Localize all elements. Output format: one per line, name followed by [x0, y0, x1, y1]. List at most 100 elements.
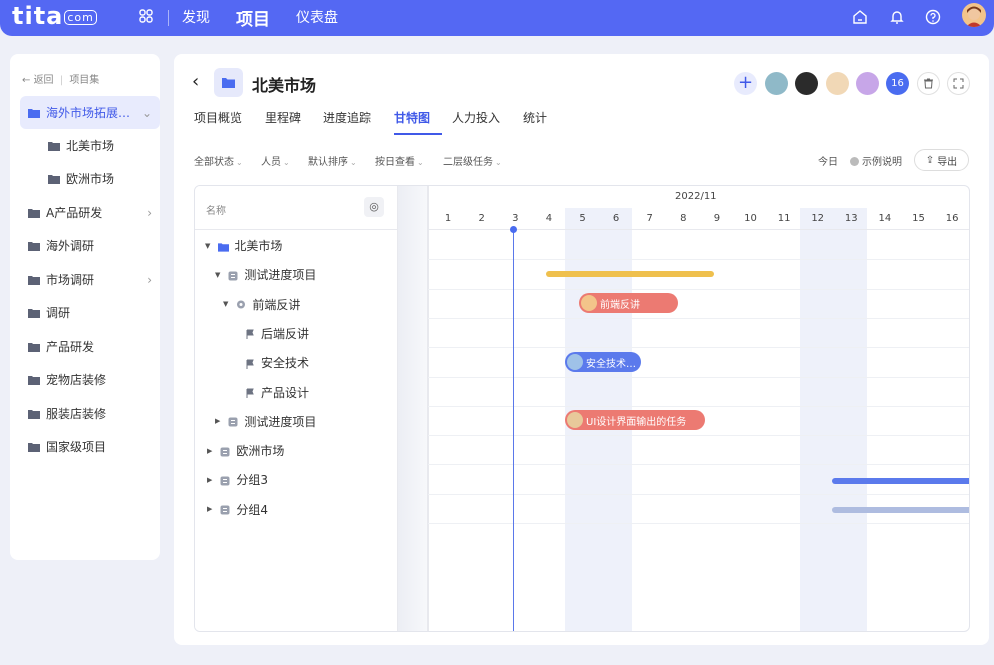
- home-icon[interactable]: [852, 9, 868, 25]
- gantt-row[interactable]: 产品设计: [245, 384, 309, 401]
- filter-view-by[interactable]: 按日查看 ⌄: [375, 153, 424, 168]
- breadcrumb-program[interactable]: 项目集: [69, 75, 99, 86]
- gantt-bar-test-progress[interactable]: [546, 271, 714, 277]
- filter-status[interactable]: 全部状态 ⌄: [194, 153, 243, 168]
- export-button[interactable]: ⇪ 导出: [914, 149, 969, 171]
- sidebar-item-research[interactable]: 调研: [20, 296, 160, 329]
- gantt-row[interactable]: ▶ 欧洲市场: [207, 442, 284, 459]
- member-count-badge[interactable]: 16: [886, 72, 909, 95]
- locate-today-button[interactable]: ◎: [364, 197, 384, 217]
- caret-right-icon[interactable]: ▶: [215, 417, 220, 425]
- today-button[interactable]: 今日: [818, 153, 838, 168]
- user-avatar[interactable]: [962, 3, 986, 27]
- day-label: 6: [612, 213, 620, 224]
- back-link[interactable]: ← 返回: [22, 75, 54, 86]
- sidebar-item-pet-store[interactable]: 宠物店装修: [20, 363, 160, 396]
- project-sidebar: ← 返回 | 项目集 海外市场拓展… ⌄ 北美市场 欧洲市场 A产品研发 › 海…: [10, 54, 160, 560]
- project-title: 北美市场: [252, 76, 317, 95]
- sidebar-item-clothing-store[interactable]: 服装店装修: [20, 397, 160, 430]
- legend-button[interactable]: 示例说明: [850, 153, 902, 168]
- gantt-bar-frontend[interactable]: 前端反讲: [579, 293, 678, 313]
- caret-down-icon[interactable]: ▼: [215, 271, 220, 279]
- fullscreen-button[interactable]: [947, 72, 970, 95]
- sidebar-item-europe[interactable]: 欧洲市场: [20, 162, 160, 195]
- caret-down-icon[interactable]: ▼: [223, 300, 228, 308]
- sidebar-item-national[interactable]: 国家级项目: [20, 430, 160, 463]
- sidebar-item-a-product[interactable]: A产品研发 ›: [20, 196, 160, 229]
- name-column-header: 名称: [206, 206, 226, 217]
- chevron-down-icon[interactable]: ⌄: [142, 106, 152, 120]
- row-label: 欧洲市场: [236, 444, 285, 459]
- folder-icon: [28, 275, 40, 285]
- gantt-row[interactable]: ▼ 北美市场: [205, 237, 282, 254]
- tab-overview[interactable]: 项目概览: [194, 109, 242, 126]
- filter-level[interactable]: 二层级任务 ⌄: [443, 153, 502, 168]
- sidebar-item-market-research[interactable]: 市场调研 ›: [20, 263, 160, 296]
- gantt-row[interactable]: ▶ 分组4: [207, 501, 268, 518]
- bell-icon[interactable]: [889, 9, 905, 25]
- caret-down-icon[interactable]: ▼: [205, 242, 210, 250]
- day-label: 16: [945, 213, 959, 224]
- task-name-column: 名称 ◎ ▼ 北美市场 ▼ 测试进度项目 ▼ 前端反讲后端反讲安全技术产品设计 ▶ 测试进度项…: [195, 186, 398, 631]
- delete-button[interactable]: [917, 72, 940, 95]
- assignee-avatar: [581, 295, 597, 311]
- back-arrow-icon[interactable]: ‹: [192, 71, 199, 92]
- milestone-icon: [236, 299, 246, 309]
- folder-icon: [28, 342, 40, 352]
- day-label: 8: [680, 213, 687, 224]
- add-member-button[interactable]: +: [734, 72, 757, 95]
- member-avatar[interactable]: [826, 72, 849, 95]
- row-label: 北美市场: [234, 239, 283, 253]
- folder-icon: [28, 308, 40, 318]
- nav-discover[interactable]: 发现: [182, 7, 210, 27]
- member-avatar[interactable]: [765, 72, 788, 95]
- tab-progress[interactable]: 进度追踪: [323, 109, 371, 126]
- apps-icon[interactable]: [138, 8, 154, 24]
- tab-manpower[interactable]: 人力投入: [452, 109, 500, 126]
- tab-statistics[interactable]: 统计: [523, 109, 547, 126]
- gantt-row[interactable]: ▼ 前端反讲: [223, 296, 300, 313]
- tab-milestones[interactable]: 里程碑: [265, 109, 301, 126]
- gantt-bar-security[interactable]: 安全技术…: [565, 352, 641, 372]
- chevron-down-icon: ⌄: [350, 158, 357, 167]
- chevron-right-icon[interactable]: ›: [147, 273, 152, 287]
- chevron-right-icon[interactable]: ›: [147, 206, 152, 220]
- day-label: 4: [545, 213, 553, 224]
- month-label: 2022/11: [675, 191, 717, 202]
- tab-gantt[interactable]: 甘特图: [394, 109, 430, 126]
- sidebar-item-overseas-market[interactable]: 海外市场拓展… ⌄: [20, 96, 160, 129]
- weekend-column: [800, 208, 867, 631]
- target-icon: ◎: [369, 200, 379, 213]
- sidebar-item-overseas-research[interactable]: 海外调研: [20, 229, 160, 262]
- caret-right-icon[interactable]: ▶: [207, 476, 212, 484]
- folder-icon: [28, 442, 40, 452]
- upload-icon: ⇪: [925, 154, 935, 166]
- gantt-bar-group3[interactable]: [832, 478, 969, 484]
- filter-sort[interactable]: 默认排序 ⌄: [308, 153, 357, 168]
- gantt-row[interactable]: ▼ 测试进度项目: [215, 266, 316, 283]
- folder-icon: [218, 241, 230, 252]
- day-label: 13: [844, 213, 858, 224]
- member-avatar[interactable]: [856, 72, 879, 95]
- sidebar-item-north-america[interactable]: 北美市场: [20, 129, 160, 162]
- gantt-row[interactable]: 安全技术: [245, 354, 309, 371]
- help-icon[interactable]: [925, 9, 941, 25]
- gantt-bar-group4[interactable]: [832, 507, 969, 513]
- sidebar-item-product-dev[interactable]: 产品研发: [20, 330, 160, 363]
- nav-dashboard[interactable]: 仪表盘: [296, 7, 338, 27]
- gantt-row[interactable]: 后端反讲: [245, 325, 309, 342]
- day-label: 14: [878, 213, 892, 224]
- folder-icon: [28, 208, 40, 218]
- nav-projects[interactable]: 项目: [236, 5, 270, 30]
- gantt-row[interactable]: ▶ 分组3: [207, 471, 268, 488]
- gantt-row[interactable]: ▶ 测试进度项目: [215, 413, 316, 430]
- gantt-bar-ui-design[interactable]: UI设计界面输出的任务: [565, 410, 705, 430]
- day-label: 11: [777, 213, 791, 224]
- member-avatar[interactable]: [795, 72, 818, 95]
- filter-people[interactable]: 人员 ⌄: [261, 153, 290, 168]
- caret-right-icon[interactable]: ▶: [207, 447, 212, 455]
- list-icon: [220, 475, 230, 486]
- caret-right-icon[interactable]: ▶: [207, 505, 212, 513]
- tita-logo[interactable]: tita com: [12, 2, 97, 30]
- flag-icon: [245, 358, 255, 369]
